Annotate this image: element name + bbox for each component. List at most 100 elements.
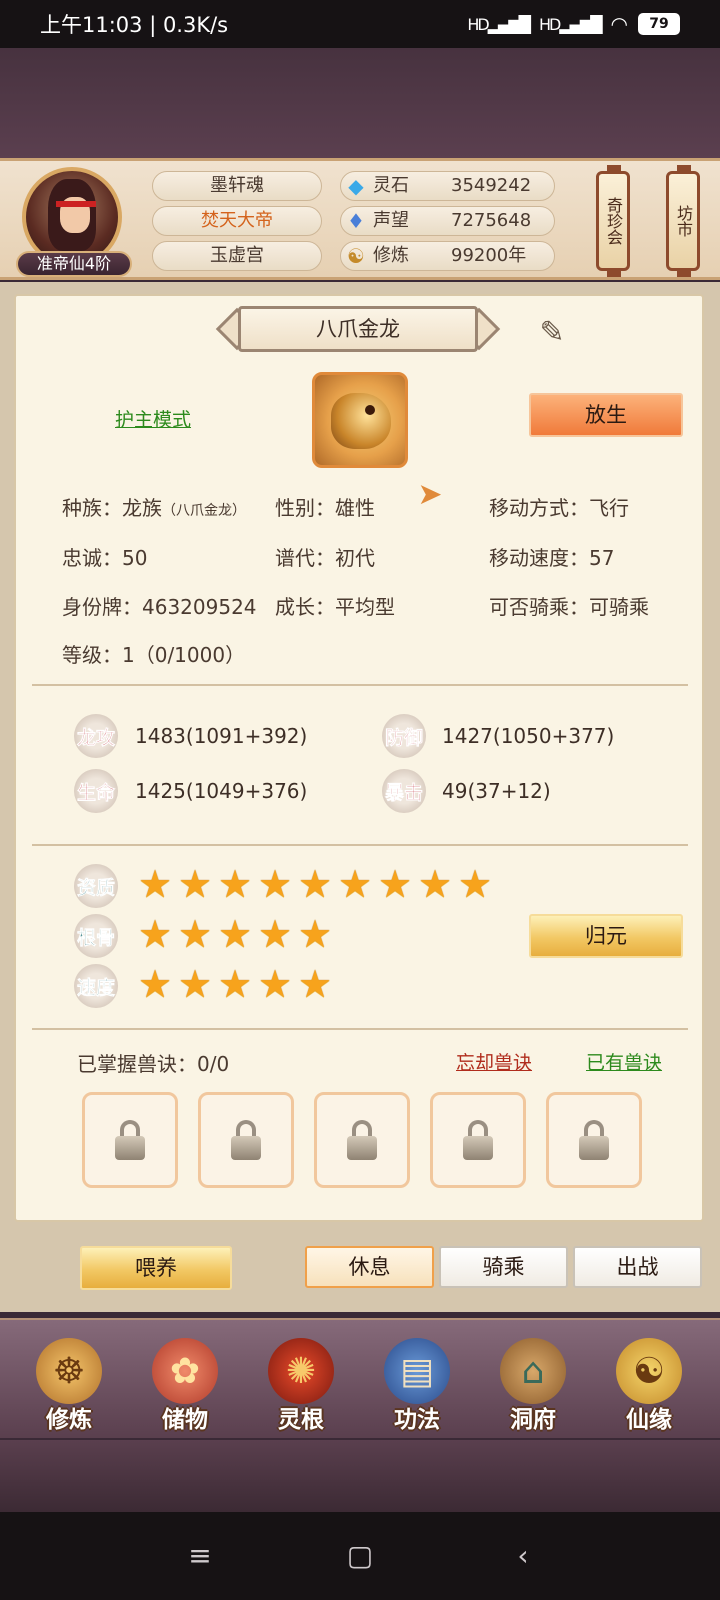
star-icon: ★ bbox=[298, 912, 333, 956]
lock-icon bbox=[463, 1120, 493, 1160]
rating-badge-bone: 根骨 bbox=[74, 914, 118, 958]
signal-icon-2: HD▂▄▆█ bbox=[538, 14, 603, 34]
nav-item-spirit-root[interactable]: ✺ 灵根 bbox=[246, 1330, 356, 1435]
lantern-treasure-fair[interactable]: 奇珍会 bbox=[596, 165, 630, 277]
lock-icon bbox=[231, 1120, 261, 1160]
back-icon[interactable]: ‹ bbox=[503, 1536, 543, 1576]
skills-mastered: 已掌握兽诀：0/0 bbox=[77, 1052, 230, 1076]
spirit-root-icon: ✺ bbox=[268, 1338, 334, 1404]
cultivation-icon: ☸ bbox=[36, 1338, 102, 1404]
home-icon[interactable]: ▢ bbox=[340, 1536, 380, 1576]
storage-bag-icon: ✿ bbox=[152, 1338, 218, 1404]
resource-prestige: ♦ 声望 7275648 bbox=[340, 206, 555, 236]
pet-portrait bbox=[312, 372, 408, 468]
locked-skill-slot[interactable] bbox=[314, 1092, 410, 1188]
locked-skill-slot[interactable] bbox=[546, 1092, 642, 1188]
signal-icon: HD▂▄▆█ bbox=[467, 14, 531, 34]
lock-icon bbox=[579, 1120, 609, 1160]
pet-move-mode: 移动方式：飞行 bbox=[489, 496, 629, 520]
technique-book-icon: ▤ bbox=[384, 1338, 450, 1404]
pet-race: 种族：龙族（八爪金龙） bbox=[62, 496, 246, 520]
system-nav-bar: ≡ ▢ ‹ bbox=[0, 1512, 720, 1600]
stat-attack-value: 1483(1091+392) bbox=[135, 724, 308, 748]
battery-icon: 79 bbox=[638, 13, 680, 35]
star-icon: ★ bbox=[218, 962, 253, 1006]
pet-gender: 性别：雄性 bbox=[275, 496, 375, 520]
return-origin-button[interactable]: 归元 bbox=[529, 914, 683, 958]
arrow-icon: ➤ bbox=[417, 477, 443, 512]
star-icon: ★ bbox=[178, 962, 213, 1006]
star-icon: ★ bbox=[138, 912, 173, 956]
pet-growth: 成长：平均型 bbox=[275, 595, 395, 619]
star-icon: ★ bbox=[218, 862, 253, 906]
pet-name: 八爪金龙 bbox=[238, 306, 478, 352]
battle-button[interactable]: 出战 bbox=[573, 1246, 702, 1288]
rating-badge-aptitude: 资质 bbox=[74, 864, 118, 908]
bone-stars: ★ ★ ★ ★ ★ bbox=[138, 912, 334, 956]
stat-badge-attack: 龙攻 bbox=[74, 714, 118, 758]
locked-skill-slot[interactable] bbox=[430, 1092, 526, 1188]
star-icon: ★ bbox=[178, 862, 213, 906]
pet-move-speed: 移动速度：57 bbox=[489, 546, 615, 570]
pet-id-tag: 身份牌：463209524 bbox=[62, 595, 257, 619]
stat-defense-value: 1427(1050+377) bbox=[442, 724, 615, 748]
lantern-market[interactable]: 坊市 bbox=[666, 165, 700, 277]
rating-badge-speed: 速度 bbox=[74, 964, 118, 1008]
nav-item-storage[interactable]: ✿ 储物 bbox=[130, 1330, 240, 1435]
locked-skill-slot[interactable] bbox=[82, 1092, 178, 1188]
nav-item-cave[interactable]: ⌂ 洞府 bbox=[478, 1330, 588, 1435]
stat-badge-health: 生命 bbox=[74, 769, 118, 813]
star-icon: ★ bbox=[258, 912, 293, 956]
aptitude-stars: ★ ★ ★ ★ ★ ★ ★ ★ ★ bbox=[138, 862, 494, 906]
pet-level: 等级：1（0/1000） bbox=[62, 643, 246, 667]
star-icon: ★ bbox=[218, 912, 253, 956]
nav-item-fate[interactable]: ☯ 仙缘 bbox=[594, 1330, 704, 1435]
star-icon: ★ bbox=[138, 962, 173, 1006]
star-icon: ★ bbox=[258, 862, 293, 906]
pet-generation: 谱代：初代 bbox=[275, 546, 375, 570]
resource-cultivation: ☯ 修炼 99200年 bbox=[340, 241, 555, 271]
cave-dwelling-icon: ⌂ bbox=[500, 1338, 566, 1404]
player-title: 焚天大帝 bbox=[152, 206, 322, 236]
speed-stars: ★ ★ ★ ★ ★ bbox=[138, 962, 334, 1006]
star-icon: ★ bbox=[418, 862, 453, 906]
status-bar: 上午11:03 | 0.3K/s HD▂▄▆█ HD▂▄▆█ ◠ 79 bbox=[0, 0, 720, 48]
rest-button[interactable]: 休息 bbox=[305, 1246, 434, 1288]
star-icon: ★ bbox=[458, 862, 493, 906]
nav-item-technique[interactable]: ▤ 功法 bbox=[362, 1330, 472, 1435]
menu-icon[interactable]: ≡ bbox=[180, 1536, 220, 1576]
star-icon: ★ bbox=[378, 862, 413, 906]
star-icon: ★ bbox=[298, 862, 333, 906]
forget-skill-link[interactable]: 忘却兽诀 bbox=[456, 1048, 532, 1075]
bottom-background bbox=[0, 1440, 720, 1512]
resource-spirit-stone: ◆ 灵石 3549242 bbox=[340, 171, 555, 201]
feed-button[interactable]: 喂养 bbox=[80, 1246, 232, 1290]
locked-skill-slot[interactable] bbox=[198, 1092, 294, 1188]
status-time-speed: 上午11:03 | 0.3K/s bbox=[40, 13, 229, 37]
meditation-icon: ☯ bbox=[347, 244, 365, 268]
player-name: 墨轩魂 bbox=[152, 171, 322, 201]
status-icons: HD▂▄▆█ HD▂▄▆█ ◠ 79 bbox=[467, 12, 680, 36]
lock-icon bbox=[115, 1120, 145, 1160]
owned-skill-link[interactable]: 已有兽诀 bbox=[586, 1048, 662, 1075]
lock-icon bbox=[347, 1120, 377, 1160]
player-sect: 玉虚宫 bbox=[152, 241, 322, 271]
star-icon: ★ bbox=[138, 862, 173, 906]
spirit-stone-icon: ◆ bbox=[348, 174, 364, 198]
stat-crit-value: 49(37+12) bbox=[442, 779, 551, 803]
star-icon: ★ bbox=[298, 962, 333, 1006]
pet-name-plate: 八爪金龙 bbox=[215, 306, 501, 352]
stat-badge-defense: 防御 bbox=[382, 714, 426, 758]
player-header: 准帝仙4阶 墨轩魂 焚天大帝 玉虚宫 ◆ 灵石 3549242 ♦ 声望 727… bbox=[0, 158, 720, 280]
rename-book-icon[interactable]: ✎ bbox=[530, 316, 574, 350]
release-button[interactable]: 放生 bbox=[529, 393, 683, 437]
stat-health-value: 1425(1049+376) bbox=[135, 779, 308, 803]
star-icon: ★ bbox=[258, 962, 293, 1006]
divider bbox=[32, 1028, 688, 1030]
ride-button[interactable]: 骑乘 bbox=[439, 1246, 568, 1288]
guard-mode-link[interactable]: 护主模式 bbox=[115, 405, 191, 432]
prestige-crystal-icon: ♦ bbox=[347, 209, 365, 233]
nav-item-cultivation[interactable]: ☸ 修炼 bbox=[14, 1330, 124, 1435]
wifi-icon: ◠ bbox=[610, 12, 628, 36]
player-avatar[interactable]: 准帝仙4阶 bbox=[16, 167, 132, 277]
